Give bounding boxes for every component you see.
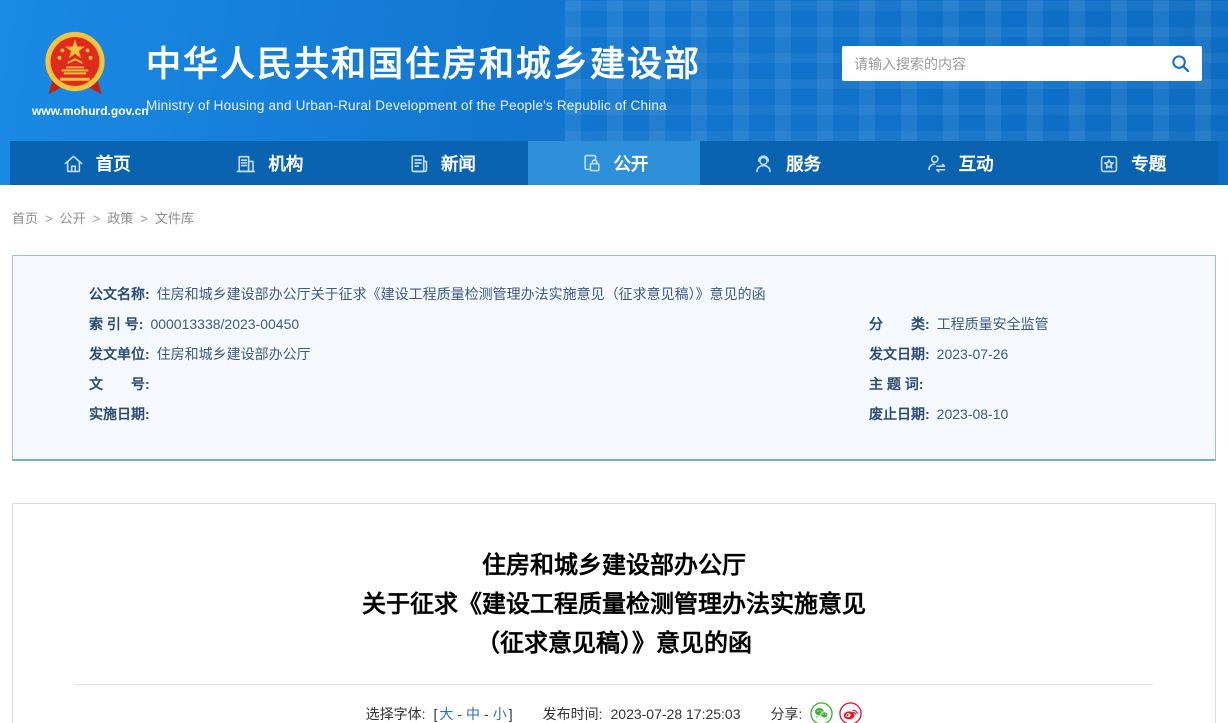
meta-label: 索 引 号:: [89, 316, 144, 332]
share-label: 分享:: [770, 705, 803, 722]
meta-value: 2023-08-10: [936, 406, 1009, 422]
breadcrumb-separator: >: [140, 211, 148, 226]
meta-label: 实施日期:: [89, 406, 150, 422]
meta-value: 住房和城乡建设部办公厅: [156, 346, 311, 362]
main-nav: 首页 机构 新闻 公开 服务 互动 专题: [10, 141, 1218, 185]
meta-label: 公文名称:: [89, 286, 150, 302]
nav-label: 新闻: [440, 153, 476, 174]
meta-value: 住房和城乡建设部办公厅关于征求《建设工程质量检测管理办法实施意见（征求意见稿）》…: [156, 286, 766, 302]
title-divider: [75, 684, 1153, 685]
nav-label: 互动: [958, 153, 994, 174]
breadcrumb-separator: >: [45, 211, 53, 226]
bracket-close: ]: [508, 705, 513, 722]
nav-label: 首页: [95, 153, 131, 174]
meta-row-repeal-date: 废止日期: 2023-08-10: [869, 399, 1175, 429]
weibo-share-icon[interactable]: [839, 702, 863, 723]
nav-label: 服务: [786, 153, 822, 174]
publish-time: 2023-07-28 17:25:03: [610, 705, 741, 722]
nav-item-disclosure[interactable]: 公开: [527, 141, 701, 185]
meta-value: 工程质量安全监管: [936, 316, 1049, 332]
organization-icon: [236, 155, 256, 172]
publish-time-label: 发布时间:: [542, 705, 603, 722]
site-title: 中华人民共和国住房和城乡建设部: [146, 45, 702, 84]
nav-item-home[interactable]: 首页: [10, 141, 183, 185]
nav-label: 机构: [268, 153, 304, 174]
site-header: www.mohurd.gov.cn 中华人民共和国住房和城乡建设部 Minist…: [0, 0, 1228, 185]
document-title-line3: （征求意见稿）》意见的函: [476, 630, 752, 657]
meta-row-index-number: 索 引 号: 000013338/2023-00450: [89, 309, 869, 339]
document-toolbar: 选择字体: [大 - 中 - 小] 发布时间: 2023-07-28 17:25:03 …: [13, 702, 1215, 723]
breadcrumb-disclosure[interactable]: 公开: [60, 211, 86, 226]
meta-row-category: 分 类: 工程质量安全监管: [869, 309, 1175, 339]
document-title-line1: 住房和城乡建设部办公厅: [482, 552, 746, 579]
news-icon: [411, 154, 428, 172]
document-title-line2: 关于征求《建设工程质量检测管理办法实施意见: [362, 591, 866, 618]
breadcrumb-separator: >: [92, 211, 101, 226]
meta-value: 000013338/2023-00450: [150, 316, 300, 332]
nav-item-interaction[interactable]: 互动: [873, 141, 1046, 185]
nav-label: 专题: [1131, 153, 1167, 174]
document-title: 住房和城乡建设部办公厅 关于征求《建设工程质量检测管理办法实施意见 （征求意见稿…: [13, 546, 1215, 663]
breadcrumb: 首页 > 公开 > 政策 > 文件库: [0, 185, 1228, 227]
search-input[interactable]: [854, 55, 1171, 72]
nav-label: 公开: [613, 153, 649, 174]
national-emblem-logo: [45, 31, 105, 95]
service-icon: [756, 154, 771, 172]
nav-item-news[interactable]: 新闻: [355, 141, 528, 185]
topics-icon: [1101, 155, 1118, 172]
meta-row-doc-number: 文 号:: [89, 369, 869, 399]
nav-item-organization[interactable]: 机构: [183, 141, 356, 185]
bracket-open: [: [433, 705, 438, 722]
font-select-label: 选择字体:: [365, 705, 426, 722]
document-content-box: 住房和城乡建设部办公厅 关于征求《建设工程质量检测管理办法实施意见 （征求意见稿…: [12, 503, 1216, 723]
disclosure-icon: [583, 154, 600, 171]
meta-row-implementation-date: 实施日期:: [89, 399, 869, 429]
meta-row-subject-words: 主 题 词:: [869, 369, 1175, 399]
document-meta-box: 公文名称: 住房和城乡建设部办公厅关于征求《建设工程质量检测管理办法实施意见（征…: [12, 255, 1216, 461]
site-title-english: Ministry of Housing and Urban-Rural Deve…: [146, 98, 667, 113]
breadcrumb-file-library[interactable]: 文件库: [155, 211, 194, 226]
meta-row-issue-date: 发文日期: 2023-07-26: [869, 339, 1175, 369]
home-icon: [64, 155, 83, 172]
nav-item-topics[interactable]: 专题: [1045, 141, 1218, 185]
meta-label: 发文日期:: [869, 346, 930, 362]
meta-label: 分 类:: [869, 316, 930, 332]
dash: -: [457, 705, 463, 722]
logo-block[interactable]: www.mohurd.gov.cn: [32, 26, 149, 141]
nav-item-service[interactable]: 服务: [700, 141, 873, 185]
site-url: www.mohurd.gov.cn: [32, 104, 149, 118]
font-size-medium-button[interactable]: 中: [466, 706, 480, 722]
search-icon[interactable]: [1171, 54, 1190, 73]
search-box: [842, 46, 1202, 81]
breadcrumb-home[interactable]: 首页: [12, 211, 38, 226]
meta-label: 文 号:: [89, 376, 150, 392]
meta-row-doc-name: 公文名称: 住房和城乡建设部办公厅关于征求《建设工程质量检测管理办法实施意见（征…: [89, 279, 1175, 309]
meta-label: 发文单位:: [89, 346, 150, 362]
meta-label: 废止日期:: [869, 406, 930, 422]
dash: -: [484, 705, 489, 722]
meta-row-issuing-unit: 发文单位: 住房和城乡建设部办公厅: [89, 339, 869, 369]
breadcrumb-policy[interactable]: 政策: [107, 211, 133, 226]
font-size-large-button[interactable]: 大: [439, 706, 453, 722]
meta-value: 2023-07-26: [936, 346, 1009, 362]
meta-label: 主 题 词:: [869, 376, 924, 392]
font-size-small-button[interactable]: 小: [493, 706, 507, 722]
interaction-icon: [927, 154, 945, 172]
wechat-share-icon[interactable]: [810, 702, 834, 723]
